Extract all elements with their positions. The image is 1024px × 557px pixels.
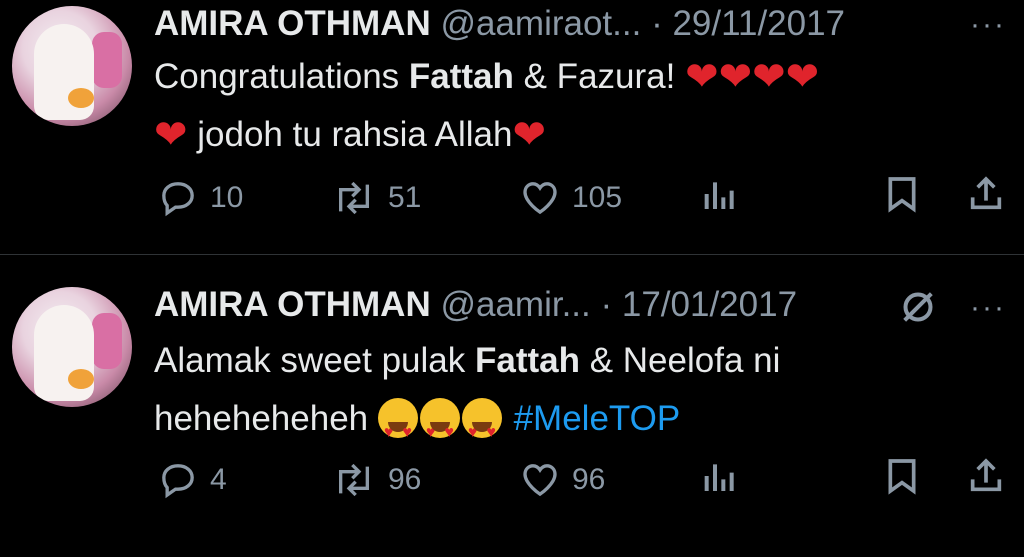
- retweet-button[interactable]: 51: [332, 174, 421, 222]
- tweet-text: Alamak sweet pulak Fattah & Neelofa ni h…: [154, 332, 994, 462]
- reply-count: 10: [210, 181, 244, 214]
- retweet-count: 96: [388, 463, 422, 496]
- tweet[interactable]: AMIRA OTHMAN @aamiraot... · 29/11/2017 ·…: [0, 0, 1024, 255]
- red-heart-emoji: ❤: [512, 113, 546, 157]
- display-name[interactable]: AMIRA OTHMAN: [154, 4, 431, 43]
- share-button[interactable]: [966, 456, 1006, 496]
- mention-name: Fattah: [474, 341, 580, 380]
- heart-eyes-emoji: [461, 398, 502, 462]
- retweet-icon: [339, 181, 369, 215]
- red-heart-emoji: ❤: [752, 55, 786, 99]
- share-icon: [970, 176, 1002, 210]
- separator-dot: ·: [600, 285, 613, 324]
- bookmark-icon: [888, 177, 916, 213]
- tweet-text-line: Alamak sweet pulak Fattah & Neelofa ni: [154, 341, 781, 380]
- more-options-button[interactable]: ···: [970, 10, 1006, 40]
- red-heart-emoji: ❤: [154, 113, 188, 157]
- views-button[interactable]: [700, 174, 740, 214]
- like-icon: [523, 464, 557, 497]
- heart-eyes-emoji: [419, 398, 460, 462]
- like-count: 96: [572, 463, 606, 496]
- reply-count: 4: [210, 463, 227, 496]
- share-icon: [970, 458, 1002, 492]
- tweet-text-line: ❤ jodoh tu rahsia Allah❤: [154, 113, 546, 157]
- views-button[interactable]: [700, 456, 740, 496]
- tweet-header: AMIRA OTHMAN @aamir... · 17/01/2017: [154, 281, 797, 329]
- heart-eyes-emoji: [377, 398, 418, 462]
- bookmark-icon: [888, 459, 916, 495]
- red-heart-emoji: ❤: [685, 55, 719, 99]
- retweet-icon: [339, 463, 369, 497]
- username-handle[interactable]: @aamir...: [440, 285, 590, 324]
- share-button[interactable]: [966, 174, 1006, 214]
- red-heart-emoji: ❤: [785, 55, 820, 99]
- tweet-text: Congratulations Fattah & Fazura! ❤❤❤❤ ❤ …: [154, 48, 994, 164]
- red-heart-emoji: ❤: [718, 55, 753, 99]
- username-handle[interactable]: @aamiraot...: [440, 4, 641, 43]
- hidden-reply-icon[interactable]: [898, 287, 938, 327]
- tweet-header: AMIRA OTHMAN @aamiraot... · 29/11/2017: [154, 0, 845, 48]
- retweet-count: 51: [388, 181, 422, 214]
- reply-icon: [162, 182, 194, 217]
- timestamp[interactable]: 17/01/2017: [622, 285, 797, 324]
- tweet[interactable]: AMIRA OTHMAN @aamir... · 17/01/2017 ··· …: [0, 255, 1024, 557]
- like-button[interactable]: 105: [520, 174, 622, 222]
- tweet-text-line: Congratulations Fattah & Fazura! ❤❤❤❤: [154, 55, 820, 99]
- like-button[interactable]: 96: [520, 456, 605, 504]
- like-count: 105: [572, 181, 623, 214]
- hashtag-link[interactable]: #MeleTOP: [514, 399, 681, 438]
- reply-icon: [162, 464, 194, 499]
- avatar[interactable]: [12, 6, 132, 126]
- retweet-button[interactable]: 96: [332, 456, 421, 504]
- reply-button[interactable]: 10: [158, 174, 243, 222]
- like-icon: [523, 182, 557, 215]
- action-bar: 4 96 96: [0, 456, 1024, 504]
- bookmark-button[interactable]: [882, 456, 922, 496]
- action-bar: 10 51 105: [0, 174, 1024, 222]
- mention-name: Fattah: [408, 57, 514, 96]
- bookmark-button[interactable]: [882, 174, 922, 214]
- timestamp[interactable]: 29/11/2017: [672, 4, 845, 43]
- display-name[interactable]: AMIRA OTHMAN: [154, 285, 431, 324]
- views-icon: [704, 464, 734, 491]
- views-icon: [704, 182, 734, 209]
- avatar[interactable]: [12, 287, 132, 407]
- tweet-text-line: heheheheheh #MeleTOP: [154, 390, 994, 462]
- separator-dot: ·: [651, 4, 663, 43]
- more-options-button[interactable]: ···: [970, 293, 1006, 323]
- reply-button[interactable]: 4: [158, 456, 227, 504]
